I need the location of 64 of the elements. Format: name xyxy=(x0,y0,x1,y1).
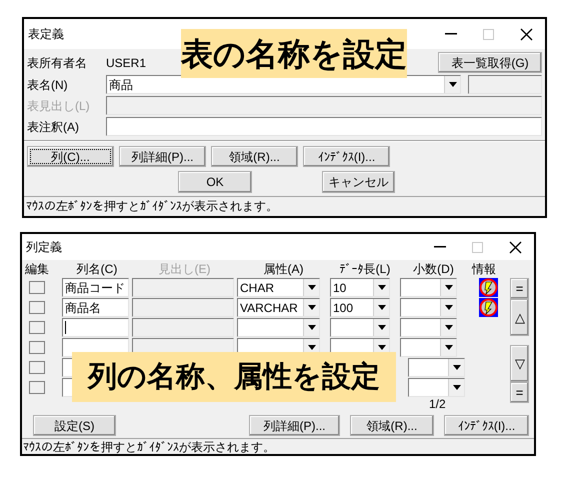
text-cursor xyxy=(65,321,66,334)
scroll-button[interactable]: ▽ xyxy=(510,345,529,382)
decimal-combo[interactable] xyxy=(400,278,457,297)
column-header: 小数(D) xyxy=(412,262,455,276)
column-name-field[interactable]: 商品名 xyxy=(62,298,129,317)
edit-checkbox[interactable] xyxy=(29,341,45,354)
column-header: 属性(A) xyxy=(262,262,304,276)
column-header: 見出し(E) xyxy=(158,262,212,276)
button[interactable]: 領域(R)... xyxy=(211,146,298,167)
decimal-combo[interactable] xyxy=(408,378,465,397)
scroll-button[interactable]: = xyxy=(510,382,529,403)
close-icon[interactable] xyxy=(520,28,533,40)
owner-value: USER1 xyxy=(106,56,146,70)
decimal-combo[interactable] xyxy=(400,338,457,357)
maximize-icon xyxy=(483,28,494,40)
decimal-combo[interactable] xyxy=(408,358,465,377)
minimize-icon[interactable] xyxy=(434,246,446,248)
column-header: ﾃﾞｰﾀ長(L) xyxy=(338,262,392,276)
cancel-button[interactable]: キャンセル xyxy=(322,171,395,193)
annotation-tooltip: 列の名称、属性を設定 xyxy=(72,352,396,402)
table-name-combo[interactable]: 商品 xyxy=(106,75,461,94)
input-field[interactable] xyxy=(106,117,542,136)
length-combo[interactable] xyxy=(330,318,390,337)
type-combo[interactable]: CHAR xyxy=(237,278,320,297)
button[interactable]: 列詳細(P)... xyxy=(119,146,206,167)
edit-checkbox[interactable] xyxy=(29,381,45,394)
close-icon[interactable] xyxy=(509,240,522,254)
decimal-combo[interactable] xyxy=(400,318,457,337)
minimize-icon[interactable] xyxy=(445,33,457,35)
scroll-button[interactable]: = xyxy=(510,278,529,299)
table-list-button[interactable]: 表一覧取得(G) xyxy=(438,52,542,73)
ok-button[interactable]: OK xyxy=(178,171,252,193)
field-label: 表所有者名 xyxy=(27,56,88,70)
maximize-icon xyxy=(472,242,483,252)
button[interactable]: 領域(R)... xyxy=(350,415,434,436)
column-name-field[interactable]: 商品コード xyxy=(62,278,129,297)
scroll-button[interactable]: △ xyxy=(510,299,529,336)
set-button[interactable]: 設定(S) xyxy=(33,415,116,436)
annotation-tooltip: 表の名称を設定 xyxy=(181,29,407,78)
page-indicator: 1/2 xyxy=(429,397,446,413)
field-label: 表見出し(L) xyxy=(27,98,91,112)
button[interactable]: ｲﾝﾃﾞｸｽ(I)... xyxy=(303,146,390,167)
column-name-field[interactable] xyxy=(62,318,129,337)
status-text: ﾏｳｽの左ﾎﾞﾀﾝを押すとｶﾞｲﾀﾞﾝｽが表示されます。 xyxy=(25,198,279,213)
edit-checkbox[interactable] xyxy=(29,301,45,314)
length-combo[interactable]: 10 xyxy=(330,278,390,297)
length-combo[interactable]: 100 xyxy=(330,298,390,317)
button[interactable]: ｲﾝﾃﾞｸｽ(I)... xyxy=(444,415,529,436)
field-label: 表名(N) xyxy=(27,78,69,92)
button[interactable]: 列詳細(P)... xyxy=(249,415,340,436)
type-combo[interactable]: VARCHAR xyxy=(237,298,320,317)
edit-checkbox[interactable] xyxy=(29,281,45,294)
status-text: ﾏｳｽの左ﾎﾞﾀﾝを押すとｶﾞｲﾀﾞﾝｽが表示されます。 xyxy=(22,439,276,454)
decimal-combo[interactable] xyxy=(400,298,457,317)
window-title: 表定義 xyxy=(28,27,64,41)
column-header: 情報 xyxy=(470,262,497,276)
edit-checkbox[interactable] xyxy=(29,321,45,334)
column-header: 列名(C) xyxy=(76,262,118,276)
edit-checkbox[interactable] xyxy=(29,361,45,374)
type-combo[interactable] xyxy=(237,318,320,337)
column-header: 編集 xyxy=(25,262,50,276)
field-label: 表注釈(A) xyxy=(27,120,80,134)
button[interactable]: 列(C)... xyxy=(27,146,114,167)
window-title: 列定義 xyxy=(26,240,62,254)
